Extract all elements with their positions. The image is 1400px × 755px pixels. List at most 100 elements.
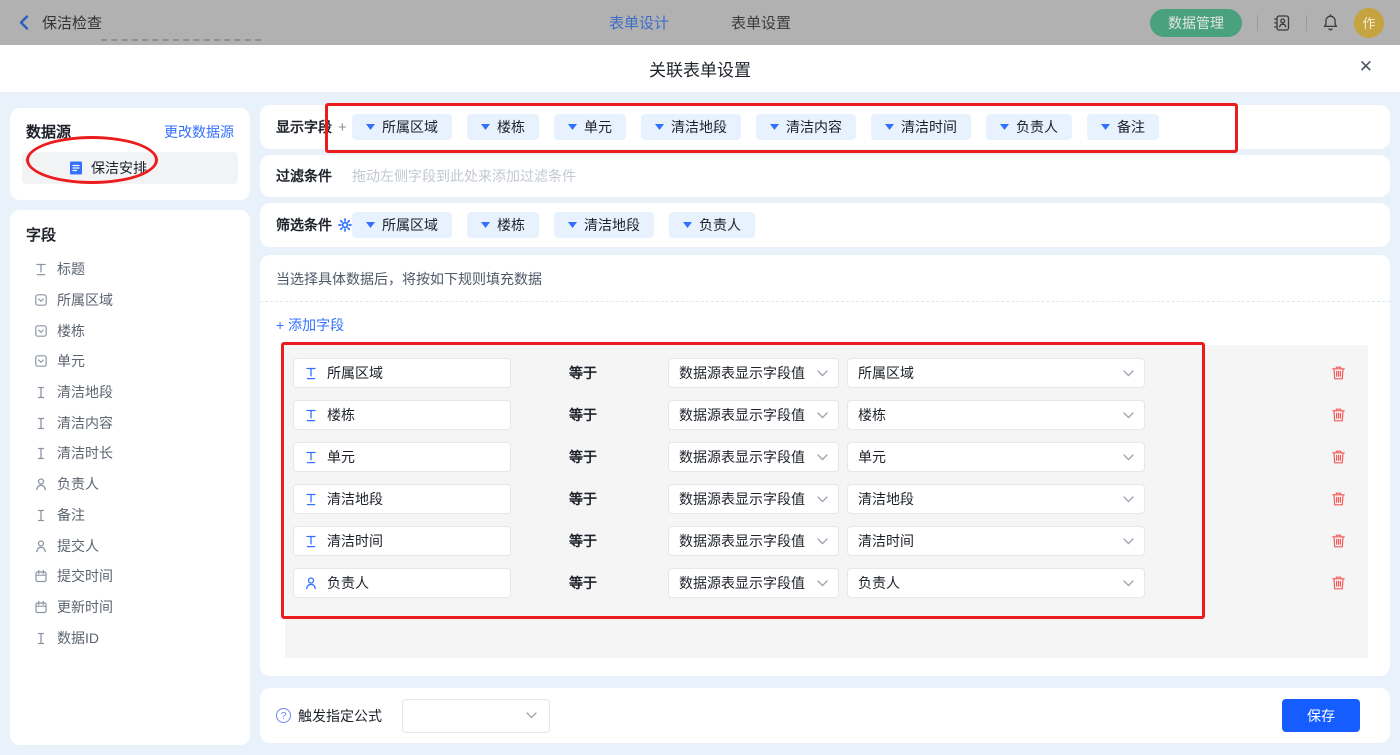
- rule-source-select[interactable]: 数据源表显示字段值: [668, 568, 839, 598]
- display-field-tag[interactable]: 清洁地段: [641, 114, 741, 140]
- display-field-tag[interactable]: 所属区域: [352, 114, 452, 140]
- rule-source-select[interactable]: 数据源表显示字段值: [668, 442, 839, 472]
- rule-value-label: 清洁时间: [858, 533, 914, 549]
- field-item[interactable]: 楼栋: [26, 315, 234, 346]
- title-edit-underline: [101, 39, 261, 41]
- title-icon: [304, 450, 318, 464]
- field-item[interactable]: 负责人: [26, 469, 234, 500]
- field-item[interactable]: 提交人: [26, 530, 234, 561]
- caret-down-icon: [1101, 124, 1110, 130]
- modal-header: 关联表单设置 ✕: [0, 45, 1400, 93]
- add-display-field-button[interactable]: +: [338, 119, 347, 136]
- rule-operator: 等于: [569, 533, 597, 549]
- rule-target-field[interactable]: 所属区域: [293, 358, 511, 388]
- help-icon[interactable]: ?: [276, 708, 291, 723]
- rule-target-field[interactable]: 负责人: [293, 568, 511, 598]
- rule-target-field[interactable]: 单元: [293, 442, 511, 472]
- display-field-tag[interactable]: 单元: [554, 114, 626, 140]
- field-item[interactable]: 数据ID: [26, 622, 234, 653]
- datasource-item[interactable]: 保洁安排: [22, 152, 238, 184]
- formula-select[interactable]: [402, 698, 550, 733]
- field-item[interactable]: 清洁地段: [26, 377, 234, 408]
- app-title[interactable]: 保洁检查: [42, 12, 102, 33]
- footer-bar: ? 触发指定公式 保存: [260, 688, 1390, 743]
- tag-label: 负责人: [1016, 119, 1058, 135]
- trash-icon[interactable]: [1331, 575, 1346, 591]
- field-item[interactable]: 清洁时长: [26, 438, 234, 469]
- display-field-tag[interactable]: 清洁时间: [871, 114, 971, 140]
- display-field-tag[interactable]: 楼栋: [467, 114, 539, 140]
- screening-field-tag[interactable]: 负责人: [669, 212, 755, 238]
- screening-field-tag[interactable]: 所属区域: [352, 212, 452, 238]
- filter-row[interactable]: 过滤条件 拖动左侧字段到此处来添加过滤条件: [260, 155, 1390, 197]
- trash-icon[interactable]: [1331, 533, 1346, 549]
- caret-down-icon: [1000, 124, 1009, 130]
- caret-down-icon: [683, 222, 692, 228]
- title-icon: [304, 408, 318, 422]
- rule-value-label: 楼栋: [858, 407, 886, 423]
- field-item[interactable]: 更新时间: [26, 592, 234, 623]
- trash-icon[interactable]: [1331, 407, 1346, 423]
- back-icon[interactable]: [16, 14, 33, 31]
- rule-source-select[interactable]: 数据源表显示字段值: [668, 358, 839, 388]
- rule-target-field[interactable]: 清洁时间: [293, 526, 511, 556]
- display-field-tag[interactable]: 备注: [1087, 114, 1159, 140]
- caret-down-icon: [366, 124, 375, 130]
- data-manage-button[interactable]: 数据管理: [1150, 8, 1242, 37]
- field-item-label: 楼栋: [57, 322, 85, 339]
- rule-source-select[interactable]: 数据源表显示字段值: [668, 484, 839, 514]
- caret-down-icon: [770, 124, 779, 130]
- gear-icon[interactable]: [338, 218, 352, 232]
- rule-field-label: 楼栋: [327, 407, 355, 423]
- field-item-label: 所属区域: [57, 292, 113, 309]
- display-field-tag[interactable]: 清洁内容: [756, 114, 856, 140]
- field-item[interactable]: 提交时间: [26, 561, 234, 592]
- display-field-tag[interactable]: 负责人: [986, 114, 1072, 140]
- formula-label: 触发指定公式: [298, 707, 382, 724]
- rule-value-select[interactable]: 清洁时间: [847, 526, 1145, 556]
- chevron-down-icon: [1123, 537, 1134, 544]
- trash-icon[interactable]: [1331, 449, 1346, 465]
- rule-value-select[interactable]: 楼栋: [847, 400, 1145, 430]
- field-item[interactable]: 所属区域: [26, 285, 234, 316]
- document-icon: [68, 160, 84, 176]
- rule-value-select[interactable]: 所属区域: [847, 358, 1145, 388]
- rule-source-select[interactable]: 数据源表显示字段值: [668, 526, 839, 556]
- rule-value-select[interactable]: 负责人: [847, 568, 1145, 598]
- change-datasource-link[interactable]: 更改数据源: [164, 122, 234, 142]
- calendar-icon: [34, 600, 48, 614]
- rule-row: 清洁时间 等于 数据源表显示字段值 清洁时间: [285, 526, 1368, 556]
- rule-value-select[interactable]: 单元: [847, 442, 1145, 472]
- trash-icon[interactable]: [1331, 365, 1346, 381]
- rule-source-select[interactable]: 数据源表显示字段值: [668, 400, 839, 430]
- rule-target-field[interactable]: 楼栋: [293, 400, 511, 430]
- field-item[interactable]: 单元: [26, 346, 234, 377]
- contacts-icon[interactable]: [1273, 14, 1291, 32]
- caret-down-icon: [568, 222, 577, 228]
- field-item-label: 提交时间: [57, 568, 113, 585]
- tag-label: 楼栋: [497, 217, 525, 233]
- tab-form-design[interactable]: 表单设计: [609, 12, 669, 33]
- caret-down-icon: [481, 222, 490, 228]
- field-item[interactable]: 备注: [26, 500, 234, 531]
- filter-label: 过滤条件: [276, 168, 332, 184]
- save-button[interactable]: 保存: [1282, 699, 1360, 732]
- rules-hint: 当选择具体数据后，将按如下规则填充数据: [276, 271, 542, 287]
- title-icon: [304, 366, 318, 380]
- rule-value-select[interactable]: 清洁地段: [847, 484, 1145, 514]
- chevron-down-icon: [817, 453, 828, 460]
- tab-form-settings[interactable]: 表单设置: [731, 12, 791, 33]
- rule-row: 所属区域 等于 数据源表显示字段值 所属区域: [285, 358, 1368, 388]
- rule-target-field[interactable]: 清洁地段: [293, 484, 511, 514]
- screening-field-tag[interactable]: 清洁地段: [554, 212, 654, 238]
- text-icon: [34, 508, 48, 522]
- field-item[interactable]: 标题: [26, 254, 234, 285]
- bell-icon[interactable]: [1322, 13, 1339, 32]
- field-item[interactable]: 清洁内容: [26, 407, 234, 438]
- add-field-button[interactable]: + 添加字段: [276, 315, 344, 335]
- close-icon[interactable]: ✕: [1359, 57, 1373, 77]
- avatar[interactable]: 作: [1354, 7, 1384, 38]
- screening-field-tag[interactable]: 楼栋: [467, 212, 539, 238]
- rule-source-value: 数据源表显示字段值: [679, 491, 805, 507]
- trash-icon[interactable]: [1331, 491, 1346, 507]
